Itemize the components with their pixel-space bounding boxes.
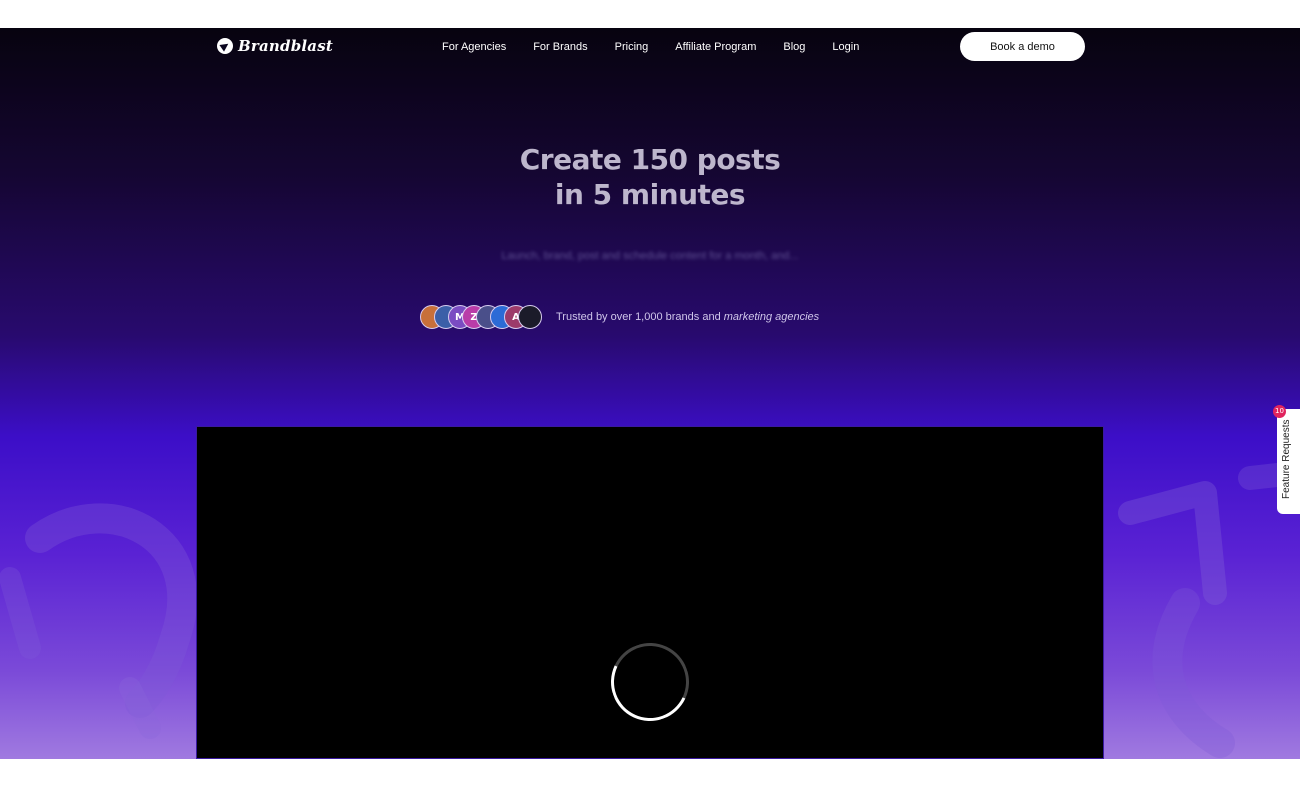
nav-link-for-agencies[interactable]: For Agencies	[442, 41, 506, 53]
nav-link-for-brands[interactable]: For Brands	[533, 41, 587, 53]
demo-video-player[interactable]	[196, 426, 1104, 759]
right-arrow-decoration-icon	[1118, 461, 1300, 758]
avatar	[518, 305, 542, 329]
customer-avatars: M Z A	[420, 305, 542, 329]
hero-section: Brandblast For Agencies For Brands Prici…	[0, 28, 1300, 759]
nav-link-blog[interactable]: Blog	[783, 41, 805, 53]
nav-link-pricing[interactable]: Pricing	[615, 41, 649, 53]
trust-text-plain: Trusted by over 1,000 brands and	[556, 311, 721, 323]
feature-requests-tab[interactable]: Feature Requests	[1277, 409, 1300, 514]
hero-title-line-1: Create 150 posts	[519, 143, 781, 176]
trust-text-emphasis: marketing agencies	[723, 311, 820, 323]
brand-logo[interactable]: Brandblast	[217, 37, 333, 55]
nav-links: For Agencies For Brands Pricing Affiliat…	[442, 41, 859, 53]
hero-subtitle: Launch, brand, post and schedule content…	[501, 250, 799, 262]
trust-text: Trusted by over 1,000 brands and marketi…	[556, 311, 819, 323]
top-nav: Brandblast For Agencies For Brands Prici…	[0, 28, 1300, 66]
trust-row: M Z A Trusted by over 1,000 brands and m…	[420, 305, 819, 329]
feature-requests-label: Feature Requests	[1281, 419, 1292, 500]
feature-requests-badge: 10	[1273, 405, 1286, 418]
hero-title: Create 150 posts in 5 minutes	[0, 142, 1300, 212]
nav-link-affiliate-program[interactable]: Affiliate Program	[675, 41, 756, 53]
left-arrow-decoration-icon	[0, 503, 198, 739]
book-demo-button[interactable]: Book a demo	[960, 32, 1085, 61]
loading-spinner-icon	[600, 632, 700, 732]
rocket-icon	[217, 38, 233, 54]
hero-title-line-2: in 5 minutes	[554, 178, 746, 211]
brand-name: Brandblast	[238, 37, 333, 55]
nav-link-login[interactable]: Login	[832, 41, 859, 53]
